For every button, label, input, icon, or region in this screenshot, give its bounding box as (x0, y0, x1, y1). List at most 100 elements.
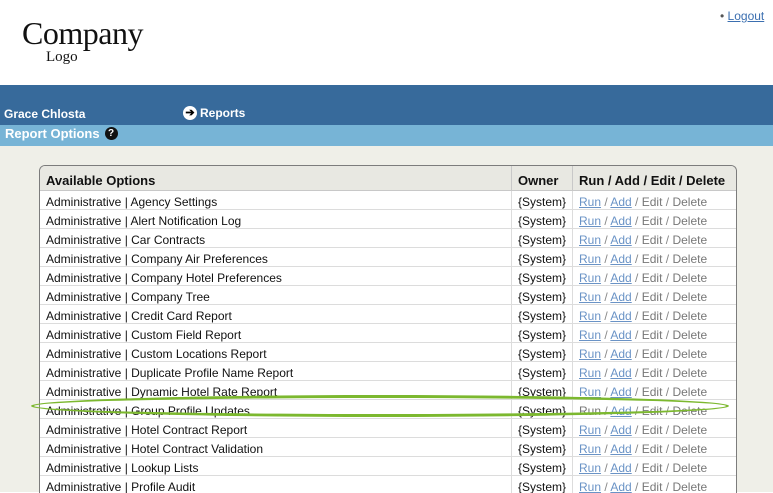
action-separator: / (601, 461, 611, 475)
reports-nav-link[interactable]: ➔ Reports (183, 106, 245, 120)
action-separator: / (601, 366, 611, 380)
run-link[interactable]: Run (579, 328, 601, 342)
delete-action: Delete (672, 442, 708, 456)
run-link[interactable]: Run (579, 461, 601, 475)
table-header: Available Options Owner Run / Add / Edit… (40, 166, 736, 191)
run-link[interactable]: Run (579, 290, 601, 304)
add-link[interactable]: Add (610, 290, 631, 304)
report-owner: {System} (512, 324, 573, 343)
action-separator: / (601, 214, 611, 228)
table-row: Administrative | Custom Field Report {Sys… (40, 324, 736, 343)
right-arrow-icon: ➔ (183, 106, 197, 120)
action-separator: / (631, 309, 642, 323)
action-separator: / (662, 385, 673, 399)
add-link[interactable]: Add (610, 271, 631, 285)
header: Company Logo • Logout (0, 0, 773, 85)
table-body: Administrative | Agency Settings {System}… (40, 191, 736, 493)
add-link[interactable]: Add (610, 442, 631, 456)
action-separator: / (631, 290, 642, 304)
action-separator: / (601, 442, 611, 456)
logo-line-1: Company (22, 15, 143, 51)
run-link[interactable]: Run (579, 195, 601, 209)
report-owner: {System} (512, 457, 573, 476)
report-name: Administrative | Custom Locations Report (40, 343, 512, 362)
report-name: Administrative | Alert Notification Log (40, 210, 512, 229)
action-separator: / (662, 233, 673, 247)
table-row: Administrative | Company Tree {System} Run… (40, 286, 736, 305)
run-link[interactable]: Run (579, 271, 601, 285)
edit-action: Edit (641, 214, 663, 228)
report-name: Administrative | Company Tree (40, 286, 512, 305)
delete-action: Delete (672, 214, 708, 228)
reports-nav-label: Reports (200, 106, 246, 120)
table-row: Administrative | Company Hotel Preferenc… (40, 267, 736, 286)
add-link[interactable]: Add (610, 214, 631, 228)
action-separator: / (631, 366, 642, 380)
logout-area: • Logout (720, 9, 764, 23)
run-link[interactable]: Run (579, 214, 601, 228)
logout-link[interactable]: Logout (728, 9, 765, 23)
action-separator: / (601, 271, 611, 285)
add-link[interactable]: Add (610, 480, 631, 493)
action-separator: / (601, 328, 611, 342)
report-owner: {System} (512, 476, 573, 493)
delete-action: Delete (672, 480, 708, 493)
action-separator: / (631, 461, 642, 475)
section-title-area: Report Options ? (5, 126, 118, 141)
company-logo: Company Logo (22, 15, 143, 65)
action-separator: / (601, 309, 611, 323)
run-link[interactable]: Run (579, 366, 601, 380)
action-separator: / (601, 423, 611, 437)
add-link[interactable]: Add (610, 461, 631, 475)
top-nav-bar (0, 85, 773, 125)
add-link[interactable]: Add (610, 252, 631, 266)
add-link[interactable]: Add (610, 366, 631, 380)
run-link[interactable]: Run (579, 442, 601, 456)
add-link[interactable]: Add (610, 309, 631, 323)
run-link[interactable]: Run (579, 480, 601, 493)
delete-action: Delete (672, 290, 708, 304)
report-owner: {System} (512, 343, 573, 362)
report-owner: {System} (512, 305, 573, 324)
report-name: Administrative | Car Contracts (40, 229, 512, 248)
action-separator: / (662, 480, 673, 493)
action-separator: / (631, 385, 642, 399)
report-name: Administrative | Credit Card Report (40, 305, 512, 324)
report-name: Administrative | Custom Field Report (40, 324, 512, 343)
action-separator: / (631, 195, 642, 209)
table-row: Administrative | Agency Settings {System}… (40, 191, 736, 210)
report-name: Administrative | Company Hotel Preferenc… (40, 267, 512, 286)
action-separator: / (631, 347, 642, 361)
run-link[interactable]: Run (579, 347, 601, 361)
edit-action: Edit (641, 271, 663, 285)
run-link[interactable]: Run (579, 423, 601, 437)
add-link[interactable]: Add (610, 328, 631, 342)
add-link[interactable]: Add (610, 195, 631, 209)
report-actions: Run / Add / Edit / Delete (573, 343, 736, 362)
action-separator: / (662, 271, 673, 285)
report-actions: Run / Add / Edit / Delete (573, 324, 736, 343)
run-link[interactable]: Run (579, 233, 601, 247)
run-link[interactable]: Run (579, 309, 601, 323)
add-link[interactable]: Add (610, 423, 631, 437)
report-actions: Run / Add / Edit / Delete (573, 476, 736, 493)
delete-action: Delete (672, 366, 708, 380)
action-separator: / (662, 195, 673, 209)
delete-action: Delete (672, 385, 708, 399)
add-link[interactable]: Add (610, 347, 631, 361)
edit-action: Edit (641, 290, 663, 304)
action-separator: / (601, 233, 611, 247)
edit-action: Edit (641, 252, 663, 266)
action-separator: / (631, 214, 642, 228)
run-link[interactable]: Run (579, 252, 601, 266)
report-owner: {System} (512, 267, 573, 286)
edit-action: Edit (641, 366, 663, 380)
help-icon[interactable]: ? (104, 127, 118, 140)
action-separator: / (662, 461, 673, 475)
highlight-ellipse (31, 395, 729, 417)
add-link[interactable]: Add (610, 233, 631, 247)
report-name: Administrative | Company Air Preferences (40, 248, 512, 267)
header-actions: Run / Add / Edit / Delete (579, 173, 726, 188)
edit-action: Edit (641, 233, 663, 247)
delete-action: Delete (672, 461, 708, 475)
